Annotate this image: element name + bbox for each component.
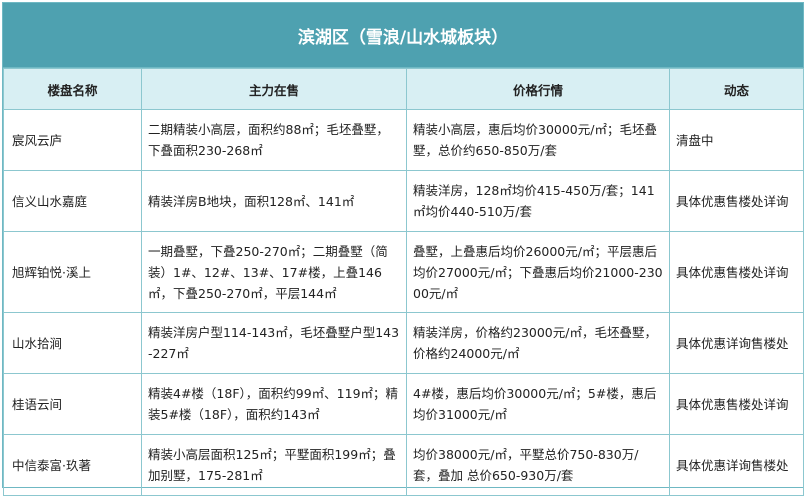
cell-supply: 精装小高层面积125㎡；平墅面积199㎡；叠加别墅，175-281㎡	[141, 434, 407, 496]
cell-supply: 精装洋房B地块，面积128㎡、141㎡	[141, 170, 407, 232]
header-price: 价格行情	[406, 68, 670, 110]
table-row: 中信泰富·玖著 精装小高层面积125㎡；平墅面积199㎡；叠加别墅，175-28…	[3, 434, 804, 496]
table-row: 桂语云间 精装4#楼（18F），面积约99㎡、119㎡；精装5#楼（18F），面…	[3, 373, 804, 435]
cell-price: 精装小高层，惠后均价30000元/㎡；毛坯叠墅，总价约650-850万/套	[406, 109, 670, 171]
cell-status: 具体优惠售楼处详询	[669, 231, 804, 313]
cell-name: 宸风云庐	[3, 109, 142, 171]
header-name: 楼盘名称	[3, 68, 142, 110]
cell-supply: 二期精装小高层，面积约88㎡；毛坯叠墅，下叠面积230-268㎡	[141, 109, 407, 171]
table-row: 山水拾涧 精装洋房户型114-143㎡，毛坯叠墅户型143-227㎡ 精装洋房，…	[3, 312, 804, 374]
cell-status: 具体优惠售楼处详询	[669, 170, 804, 232]
cell-status: 具体优惠详询售楼处	[669, 434, 804, 496]
cell-price: 精装洋房，128㎡均价415-450万/套；141㎡均价440-510万/套	[406, 170, 670, 232]
header-supply: 主力在售	[141, 68, 407, 110]
cell-name: 桂语云间	[3, 373, 142, 435]
cell-name: 中信泰富·玖著	[3, 434, 142, 496]
cell-status: 具体优惠详询售楼处	[669, 312, 804, 374]
table-row: 旭辉铂悦·溪上 一期叠墅，下叠250-270㎡；二期叠墅（简装）1#、12#、1…	[3, 231, 804, 313]
table-row: 宸风云庐 二期精装小高层，面积约88㎡；毛坯叠墅，下叠面积230-268㎡ 精装…	[3, 109, 804, 171]
table-row: 信义山水嘉庭 精装洋房B地块，面积128㎡、141㎡ 精装洋房，128㎡均价41…	[3, 170, 804, 232]
cell-supply: 精装洋房户型114-143㎡，毛坯叠墅户型143-227㎡	[141, 312, 407, 374]
table-title: 滨湖区（雪浪/山水城板块）	[3, 3, 803, 68]
price-table: 楼盘名称 主力在售 价格行情 动态 宸风云庐 二期精装小高层，面积约88㎡；毛坯…	[3, 68, 804, 496]
cell-price: 叠墅，上叠惠后均价26000元/㎡；平层惠后均价27000元/㎡；下叠惠后均价2…	[406, 231, 670, 313]
price-table-frame: 滨湖区（雪浪/山水城板块） 楼盘名称 主力在售 价格行情 动态 宸风云庐 二期精…	[2, 2, 804, 496]
cell-supply: 一期叠墅，下叠250-270㎡；二期叠墅（简装）1#、12#、13#、17#楼，…	[141, 231, 407, 313]
cell-supply: 精装4#楼（18F），面积约99㎡、119㎡；精装5#楼（18F），面积约143…	[141, 373, 407, 435]
cell-status: 具体优惠售楼处详询	[669, 373, 804, 435]
cell-status: 清盘中	[669, 109, 804, 171]
cell-price: 均价38000元/㎡，平墅总价750-830万/套，叠加 总价650-930万/…	[406, 434, 670, 496]
header-row: 楼盘名称 主力在售 价格行情 动态	[3, 68, 804, 110]
cell-price: 4#楼，惠后均价30000元/㎡；5#楼，惠后均价31000元/㎡	[406, 373, 670, 435]
header-status: 动态	[669, 68, 804, 110]
cell-price: 精装洋房，价格约23000元/㎡，毛坯叠墅，价格约24000元/㎡	[406, 312, 670, 374]
cell-name: 山水拾涧	[3, 312, 142, 374]
cell-name: 信义山水嘉庭	[3, 170, 142, 232]
cell-name: 旭辉铂悦·溪上	[3, 231, 142, 313]
